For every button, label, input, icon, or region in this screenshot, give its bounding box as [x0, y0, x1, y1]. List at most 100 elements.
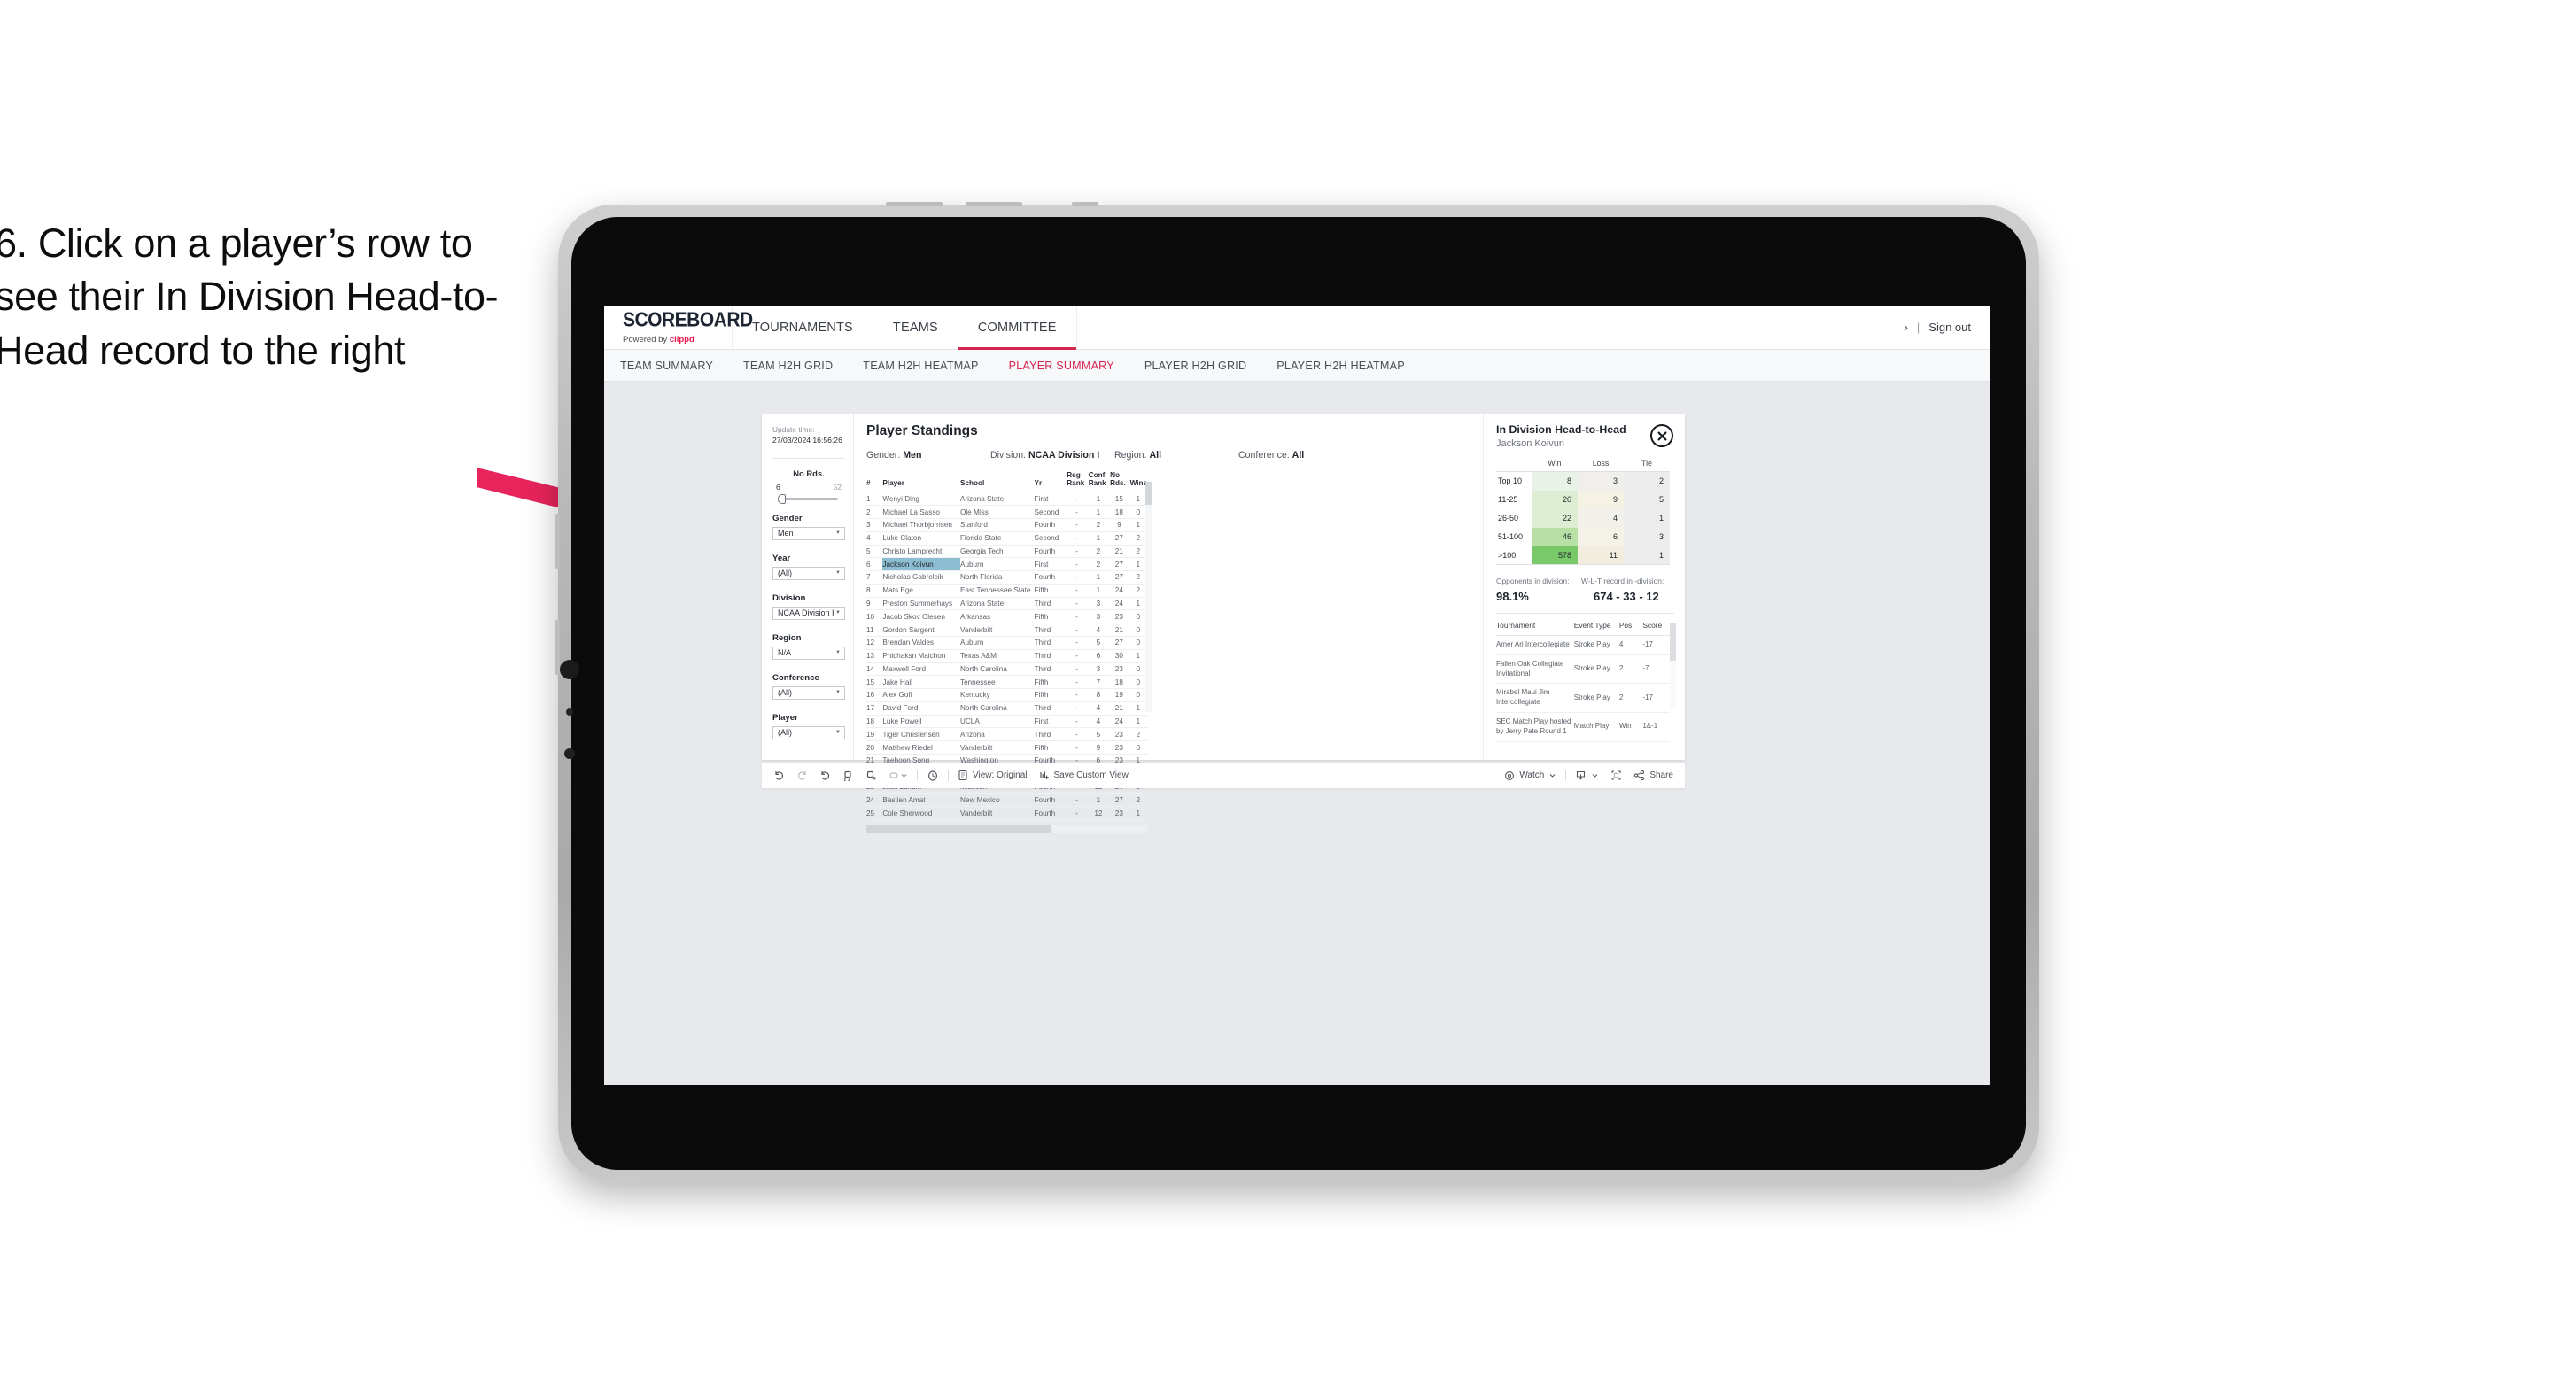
filter-year-select[interactable]: (All) ▼ — [772, 566, 845, 580]
cell-reg-rank: - — [1067, 740, 1089, 755]
table-row[interactable]: 4 Luke Claton Florida State Second -1 27 2 — [866, 531, 1148, 546]
view-original-button[interactable]: View: Original — [958, 770, 1028, 781]
dropdown-caret-icon[interactable] — [900, 771, 908, 779]
table-row[interactable]: 6 Jackson Koivun Auburn First -2 27 1 — [866, 557, 1148, 572]
col-school[interactable]: School — [959, 469, 1035, 493]
watch-button[interactable]: Watch — [1504, 770, 1556, 781]
refresh-all-icon[interactable] — [842, 770, 854, 781]
col-no-rds[interactable]: No Rds. — [1110, 469, 1130, 493]
tournament-row: Fallen Oak Collegiate Invitational Stroke… — [1496, 654, 1670, 685]
col-player[interactable]: Player — [882, 469, 960, 493]
cell-wins: 1 — [1129, 806, 1148, 820]
table-row[interactable]: 19 Tiger Christensen Arizona Third -5 23 2 — [866, 727, 1148, 742]
table-row[interactable]: 11 Gordon Sargent Vanderbilt Third -4 21 0 — [866, 623, 1148, 637]
chevron-down-icon: ▼ — [835, 650, 841, 656]
filter-conference-select[interactable]: (All) ▼ — [772, 685, 845, 700]
table-row[interactable]: 12 Brendan Valdes Auburn Third -5 27 0 — [866, 636, 1148, 650]
filter-year-label: Year — [772, 553, 791, 563]
cell-wins: 1 — [1129, 715, 1148, 729]
sign-out-link[interactable]: Sign out — [1928, 321, 1971, 334]
cell-yr: Fourth — [1034, 570, 1067, 585]
cell-no-rds: 21 — [1110, 623, 1130, 637]
cell-conf-rank: 3 — [1088, 662, 1111, 677]
undo-icon[interactable] — [773, 770, 785, 781]
tab-player-h2h-heatmap[interactable]: PLAYER H2H HEATMAP — [1276, 360, 1405, 372]
nav-item-tournaments[interactable]: TOURNAMENTS — [733, 306, 873, 349]
cell-rank: 18 — [866, 715, 883, 729]
chevron-down-icon: ▼ — [835, 730, 841, 736]
pause-icon[interactable] — [865, 770, 877, 781]
table-row[interactable]: 25 Cole Sherwood Vanderbilt Fourth -12 23 1 — [866, 806, 1148, 820]
h2h-win-cell: 578 — [1532, 546, 1578, 565]
col-rank[interactable]: # — [866, 469, 883, 493]
h2h-tie-cell: 1 — [1624, 508, 1670, 528]
cell-conf-rank: 4 — [1088, 701, 1111, 716]
tournaments-scrollbar[interactable] — [1670, 623, 1676, 708]
save-custom-view-button[interactable]: Save Custom View — [1039, 770, 1129, 781]
slider-track[interactable] — [778, 493, 838, 504]
table-row[interactable]: 13 Phichaksn Maichon Texas A&M Third -6 30 1 — [866, 649, 1148, 663]
table-row[interactable]: 8 Mats Ege East Tennessee State Fifth -1 24 2 — [866, 584, 1148, 598]
slider-thumb[interactable] — [778, 493, 786, 504]
h2h-matrix: Win Loss Tie Top 10 8 3 2 11-25 20 9 5 26-50 22 4 1… — [1496, 459, 1670, 565]
h2h-bucket-label: >100 — [1496, 546, 1532, 565]
col-conf-rank[interactable]: Conf Rank — [1088, 469, 1111, 493]
standings-horizontal-scrollbar[interactable] — [866, 825, 1148, 833]
cell-rank: 25 — [866, 806, 883, 820]
standings-vertical-scrollbar[interactable] — [1145, 482, 1152, 712]
meta-gender: Gender: Men — [866, 450, 990, 461]
table-row[interactable]: 20 Matthew Riedel Vanderbilt Fifth -9 23 0 — [866, 740, 1148, 755]
filter-gender-select[interactable]: Men ▼ — [772, 526, 845, 540]
h2h-player-name: Jackson Koivun — [1496, 438, 1565, 449]
brand-logo[interactable]: SCOREBOARD Powered by clippd — [604, 306, 753, 349]
cell-rank: 14 — [866, 662, 883, 677]
nav-chevron-icon[interactable]: › — [1905, 321, 1908, 334]
table-row[interactable]: 17 David Ford North Carolina Third -4 21 1 — [866, 701, 1148, 716]
table-row[interactable]: 14 Maxwell Ford North Carolina Third -3 23 0 — [866, 662, 1148, 677]
table-row[interactable]: 1 Wenyi Ding Arizona State First -1 15 1 — [866, 492, 1148, 507]
tab-player-summary[interactable]: PLAYER SUMMARY — [1009, 360, 1114, 372]
table-row[interactable]: 16 Alex Goff Kentucky Fifth -8 19 0 — [866, 688, 1148, 702]
download-icon[interactable] — [1575, 770, 1599, 781]
cell-rank: 11 — [866, 623, 883, 637]
cell-rank: 2 — [866, 505, 883, 519]
col-reg-rank[interactable]: Reg Rank — [1067, 469, 1089, 493]
tab-player-h2h-grid[interactable]: PLAYER H2H GRID — [1144, 360, 1246, 372]
revert-icon[interactable] — [819, 770, 831, 781]
table-row[interactable]: 5 Christo Lamprecht Georgia Tech Fourth -2 21… — [866, 545, 1148, 559]
h2h-panel: In Division Head-to-Head Jackson Koivun … — [1483, 414, 1685, 760]
redo-icon[interactable] — [796, 770, 808, 781]
nav-item-teams[interactable]: TEAMS — [873, 306, 958, 349]
table-row[interactable]: 7 Nicholas Gabrelcik North Florida Fourth -1… — [866, 570, 1148, 585]
shape-icon[interactable] — [888, 770, 900, 781]
no-rounds-slider[interactable]: No Rds. 6 52 — [772, 468, 845, 504]
chevron-down-icon: ▼ — [835, 690, 841, 696]
tab-team-h2h-heatmap[interactable]: TEAM H2H HEATMAP — [863, 360, 978, 372]
nav-item-committee[interactable]: COMMITTEE — [958, 306, 1077, 350]
tab-team-summary[interactable]: TEAM SUMMARY — [620, 360, 713, 372]
clock-icon[interactable] — [927, 770, 939, 782]
filter-division-select[interactable]: NCAA Division I ▼ — [772, 606, 845, 620]
tab-team-h2h-grid[interactable]: TEAM H2H GRID — [743, 360, 833, 372]
filter-region-select[interactable]: N/A ▼ — [772, 646, 845, 660]
table-row[interactable]: 10 Jacob Skov Olesen Arkansas Fifth -3 23 0 — [866, 609, 1148, 624]
cell-conf-rank: 3 — [1088, 597, 1111, 611]
share-button[interactable]: Share — [1633, 770, 1673, 781]
cell-player: Bastien Amat — [882, 793, 960, 808]
table-row[interactable]: 9 Preston Summerhays Arizona State Third -3 2… — [866, 597, 1148, 611]
standings-pane: Player Standings Gender: Men Division: N… — [854, 414, 1483, 833]
filter-player-select[interactable]: (All) ▼ — [772, 725, 845, 739]
cell-conf-rank: 1 — [1088, 531, 1111, 546]
table-row[interactable]: 18 Luke Powell UCLA First -4 24 1 — [866, 715, 1148, 729]
table-row[interactable]: 3 Michael Thorbjornsen Stanford Fourth -2 9 1 — [866, 518, 1148, 532]
table-row[interactable]: 2 Michael La Sasso Ole Miss Second -1 18 0 — [866, 505, 1148, 519]
table-row[interactable]: 15 Jake Hall Tennessee Fifth -7 18 0 — [866, 675, 1148, 690]
table-row[interactable]: 24 Bastien Amat New Mexico Fourth -1 27 2 — [866, 793, 1148, 808]
cell-conf-rank: 8 — [1088, 688, 1111, 702]
col-yr[interactable]: Yr — [1034, 469, 1067, 493]
close-icon[interactable] — [1650, 424, 1673, 447]
cell-player: Wenyi Ding — [882, 492, 960, 507]
fullscreen-icon[interactable] — [1610, 770, 1622, 781]
h2h-loss-cell: 6 — [1578, 527, 1624, 546]
col-score: Score — [1642, 616, 1670, 636]
